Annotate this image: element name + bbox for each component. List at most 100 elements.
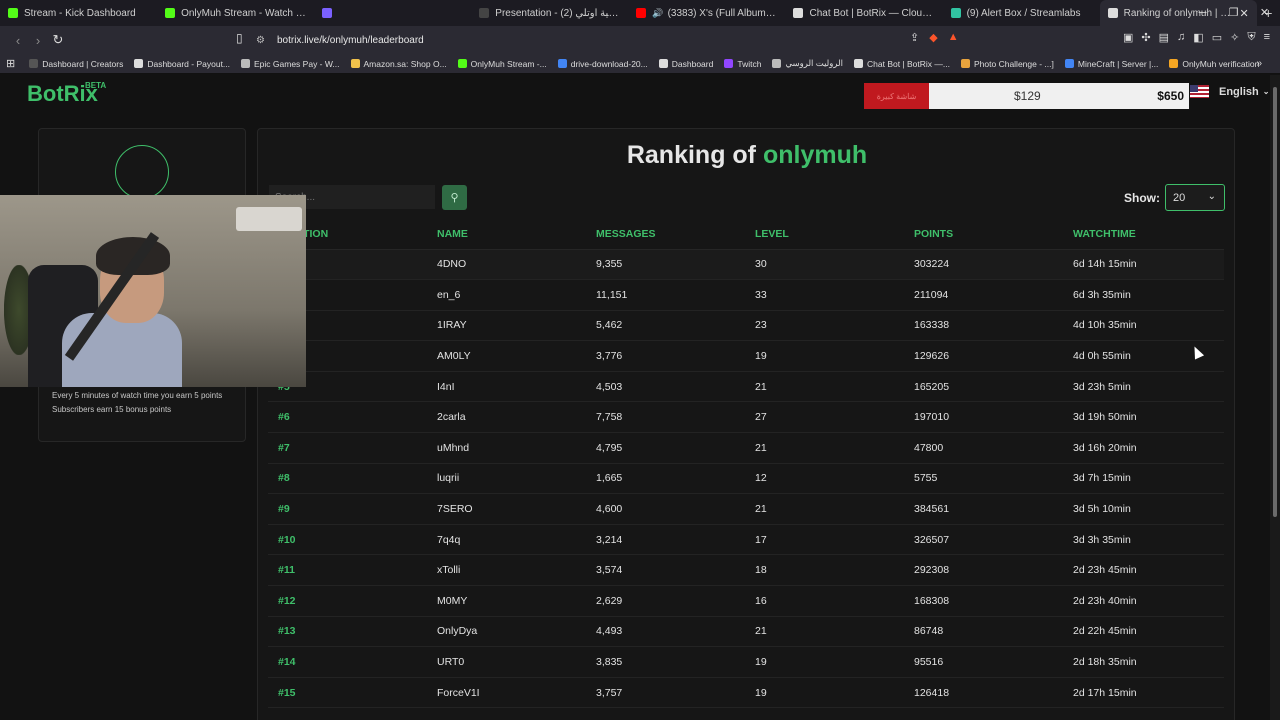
cell-name[interactable]: AM0LY <box>427 340 586 372</box>
reload-icon[interactable]: ↻ <box>48 32 68 48</box>
table-row[interactable]: #2en_611,151332110946d 3h 35min <box>268 279 1224 311</box>
column-header-messages[interactable]: Messages <box>586 219 745 250</box>
cell-name[interactable]: M0MY <box>427 585 586 617</box>
address-bar[interactable]: ⚙ botrix.live/k/onlymuh/leaderboard <box>256 29 976 51</box>
cell-messages: 4,493 <box>586 616 745 648</box>
extensions-icon[interactable]: ✣ <box>1141 31 1150 44</box>
music-icon[interactable]: ♫ <box>1177 31 1185 44</box>
more-bookmarks-icon[interactable]: » <box>1256 58 1262 69</box>
table-row[interactable]: #8 luqrii 1,665 12 5755 3d 7h 15min <box>268 463 1224 495</box>
column-header-name[interactable]: Name <box>427 219 586 250</box>
screenshot-icon[interactable]: ▣ <box>1123 31 1133 44</box>
cell-name[interactable]: en_6 <box>427 279 586 311</box>
maximize-icon[interactable]: ❐ <box>1218 0 1249 26</box>
scrollbar-thumb[interactable] <box>1273 87 1277 517</box>
cell-name[interactable]: I4nI <box>427 371 586 403</box>
cell-name[interactable]: xTolli <box>427 554 586 587</box>
cell-name[interactable]: URT0 <box>427 646 586 678</box>
cell-name[interactable]: uMhnd <box>427 432 586 464</box>
leo-icon[interactable]: ✧ <box>1230 31 1239 44</box>
browser-tab[interactable]: Chat Bot | BotRix — Cloud Streaming <box>785 0 942 26</box>
browser-tab[interactable]: Presentation - (2) فعالية اوتلي <box>471 0 628 26</box>
apps-icon[interactable]: ⊞ <box>6 57 15 70</box>
wallet-icon[interactable]: ▭ <box>1212 31 1222 44</box>
sidebar-icon[interactable]: ◧ <box>1193 31 1203 44</box>
address-bar-actions: ⇪ ◆ ▲ <box>910 31 959 44</box>
column-header-points[interactable]: Points <box>904 219 1063 250</box>
tab-manager-icon[interactable]: ▤ <box>1159 31 1169 44</box>
table-row[interactable]: #6 2carla 7,758 27 197010 3d 19h 50min <box>268 401 1224 434</box>
bookmark-item[interactable]: OnlyMuh Stream -... <box>457 59 547 69</box>
browser-tab[interactable]: (9) Alert Box / Streamlabs <box>943 0 1100 26</box>
botrix-logo[interactable]: BotRix BETA <box>27 81 106 107</box>
bookmark-item[interactable]: Photo Challenge - ...] <box>961 59 1054 69</box>
donation-goal: $650 <box>1157 89 1184 103</box>
cell-name[interactable]: ForceV1I <box>427 677 586 709</box>
bookmark-item[interactable]: Twitch <box>724 59 761 69</box>
table-row[interactable]: #13 OnlyDya 4,493 21 86748 2d 22h 45min <box>268 616 1224 648</box>
table-row[interactable]: #7 uMhnd 4,795 21 47800 3d 16h 20min <box>268 432 1224 464</box>
page-scrollbar[interactable] <box>1270 75 1280 720</box>
bookmark-item[interactable]: Chat Bot | BotRix —... <box>854 59 950 69</box>
cell-watchtime: 3d 23h 5min <box>1063 371 1224 403</box>
bookmark-item[interactable]: Dashboard - Payout... <box>134 59 230 69</box>
column-header-watchtime[interactable]: Watchtime <box>1063 219 1224 250</box>
table-row[interactable]: #11 xTolli 3,574 18 292308 2d 23h 45min <box>268 554 1224 587</box>
forward-icon[interactable]: › <box>28 33 48 48</box>
cell-name[interactable]: OnlyDya <box>427 616 586 648</box>
bookmark-item[interactable]: Dashboard | Creators <box>29 59 123 69</box>
menu-icon[interactable]: ≡ <box>1264 31 1270 44</box>
cell-name[interactable]: 7q4q <box>427 524 586 556</box>
bookmark-item[interactable]: MineCraft | Server |... <box>1064 59 1158 69</box>
browser-tab[interactable]: OnlyMuh Stream - Watch Live on Kick <box>157 0 314 26</box>
bookmark-icon[interactable]: ▯ <box>236 31 243 45</box>
bookmark-item[interactable]: drive-download-20... <box>557 59 648 69</box>
brave-shields-icon[interactable]: ◆ <box>929 31 937 44</box>
browser-tab[interactable]: 🔊 (3383) X's (Full Album) - Cigarettes <box>628 0 785 26</box>
cell-name[interactable]: 2carla <box>427 401 586 434</box>
extensions-bar: ▣ ✣ ▤ ♫ ◧ ▭ ✧ ⛨ ≡ <box>1123 31 1270 44</box>
cell-level: 23 <box>745 310 904 342</box>
table-row[interactable]: #31IRAY5,462231633384d 10h 35min <box>268 310 1224 342</box>
cell-name[interactable]: luqrii <box>427 463 586 495</box>
language-label: English <box>1219 85 1259 98</box>
bookmark-favicon-icon <box>134 59 144 68</box>
brave-rewards-icon[interactable]: ▲ <box>948 31 959 44</box>
bookmark-item[interactable]: Amazon.sa: Shop O... <box>350 59 447 69</box>
tab-title: OnlyMuh Stream - Watch Live on Kick <box>181 7 306 19</box>
cell-name[interactable]: 1IRAY <box>427 310 586 342</box>
chevron-down-icon: ⌄ <box>1207 191 1216 202</box>
cell-name[interactable]: 4DNO <box>427 249 586 281</box>
search-button[interactable]: ⚲ <box>442 185 467 210</box>
bookmark-item[interactable]: Dashboard <box>658 59 713 69</box>
minimize-icon[interactable]: ─ <box>1187 0 1218 26</box>
page-size-select[interactable]: 20 ⌄ <box>1165 184 1225 211</box>
back-icon[interactable]: ‹ <box>8 33 28 48</box>
cell-name[interactable]: 7SERO <box>427 493 586 525</box>
cell-messages: 3,214 <box>586 524 745 556</box>
points-info: Every 5 minutes of watch time you earn 5… <box>52 389 222 417</box>
table-row[interactable]: #12 M0MY 2,629 16 168308 2d 23h 40min <box>268 585 1224 617</box>
table-row[interactable]: #10 7q4q 3,214 17 326507 3d 3h 35min <box>268 524 1224 556</box>
table-row[interactable]: #15 ForceV1I 3,757 19 126418 2d 17h 15min <box>268 677 1224 709</box>
tab-favicon-icon <box>322 8 333 18</box>
table-row[interactable]: #4AM0LY3,776191296264d 0h 55min <box>268 340 1224 372</box>
bookmark-item[interactable]: Epic Games Pay - W... <box>241 59 340 69</box>
site-info-icon[interactable]: ⚙ <box>256 35 265 46</box>
language-selector[interactable]: English ⌄ <box>1190 85 1269 98</box>
table-row[interactable]: #14 URT0 3,835 19 95516 2d 18h 35min <box>268 646 1224 678</box>
audio-playing-icon[interactable]: 🔊 <box>652 8 663 19</box>
close-window-icon[interactable]: ✕ <box>1249 0 1280 26</box>
browser-tab[interactable]: Stream - Kick Dashboard <box>0 0 157 26</box>
table-row[interactable]: #9 7SERO 4,600 21 384561 3d 5h 10min <box>268 493 1224 525</box>
bookmark-item[interactable]: الروليت الروسي <box>772 58 843 69</box>
column-header-level[interactable]: Level <box>745 219 904 250</box>
tab-favicon-icon <box>479 8 490 18</box>
browser-tab[interactable] <box>314 0 471 26</box>
bookmark-item[interactable]: OnlyMuh verification <box>1169 59 1259 69</box>
table-row[interactable]: #14DNO9,355303032246d 14h 15min <box>268 249 1224 281</box>
table-row[interactable]: #5I4nI4,503211652053d 23h 5min <box>268 371 1224 403</box>
share-icon[interactable]: ⇪ <box>910 31 919 44</box>
cell-points: 126418 <box>904 677 1063 709</box>
vpn-icon[interactable]: ⛨ <box>1247 31 1255 44</box>
